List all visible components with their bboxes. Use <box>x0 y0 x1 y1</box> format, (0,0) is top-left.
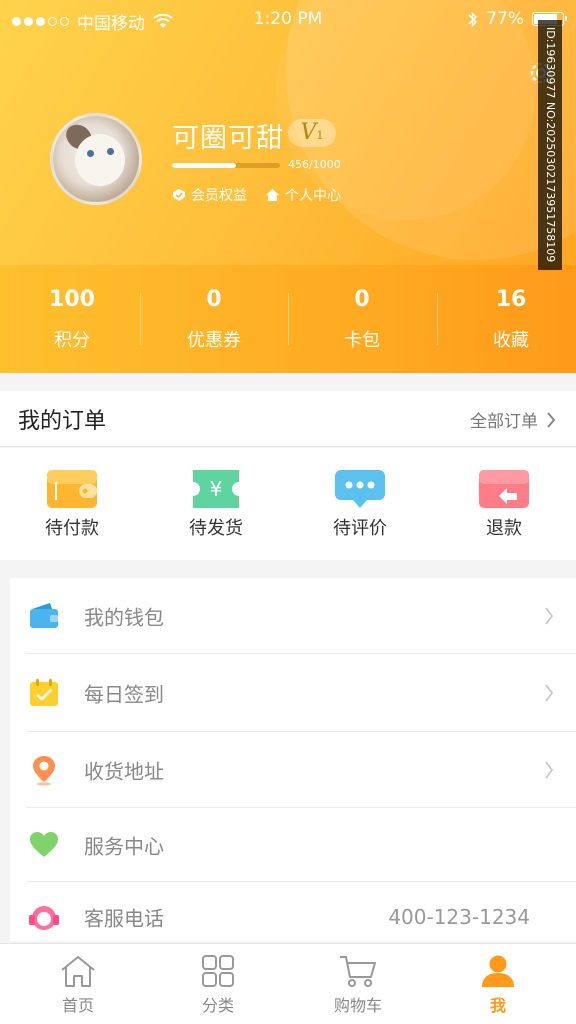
menu-item-label: 客服电话 <box>84 906 164 931</box>
stat-label: 积分 <box>54 330 90 351</box>
menu-list: 我的钱包 每日签到 收货地址 服务中心 客服电话 400-123-1234 <box>10 578 576 941</box>
menu-item-service-center[interactable]: 服务中心 <box>10 808 576 882</box>
tab-me[interactable]: 我 <box>426 954 570 1016</box>
medal-icon <box>173 189 185 201</box>
stat-value: 0 <box>206 287 222 312</box>
orders-header: 我的订单 全部订单 <box>0 391 576 447</box>
stats-bar: 100 积分 0 优惠券 0 卡包 16 收藏 <box>0 265 576 373</box>
menu-item-label: 每日签到 <box>84 682 164 707</box>
wallet-card-icon <box>47 470 97 508</box>
stat-card-pack[interactable]: 0 卡包 <box>290 265 434 373</box>
tab-label: 首页 <box>61 996 94 1015</box>
stat-value: 16 <box>495 287 527 312</box>
house-icon <box>266 189 279 201</box>
menu-item-wallet[interactable]: 我的钱包 <box>10 578 576 654</box>
order-status-row: 待付款 ¥ 待发货 待评价 退款 <box>0 448 576 560</box>
member-benefits-label: 会员权益 <box>191 188 247 204</box>
stat-label: 优惠券 <box>187 330 241 351</box>
divider <box>437 293 438 345</box>
orders-title: 我的订单 <box>18 409 107 434</box>
divider <box>140 293 141 345</box>
home-icon <box>61 956 95 987</box>
chevron-right-icon <box>545 761 554 779</box>
watermark-id: ID:19630977 NO:20250302173951758109 <box>538 20 562 270</box>
personal-center-link[interactable]: 个人中心 <box>265 185 341 205</box>
member-benefits-link[interactable]: 会员权益 <box>172 185 247 205</box>
tab-label: 购物车 <box>333 996 382 1015</box>
tab-cart[interactable]: 购物车 <box>286 954 430 1016</box>
order-pending-shipment[interactable]: ¥ 待发货 <box>144 468 288 540</box>
stat-value: 100 <box>49 287 95 312</box>
svg-text:¥: ¥ <box>210 477 223 501</box>
bluetooth-icon <box>468 11 478 27</box>
tab-label: 我 <box>489 996 506 1015</box>
all-orders-label: 全部订单 <box>470 412 538 432</box>
vip-badge[interactable]: V1 <box>288 119 336 147</box>
heart-icon <box>30 832 58 857</box>
tab-label: 分类 <box>201 996 234 1015</box>
member-progress-bar <box>172 163 280 168</box>
phone-number[interactable]: 400-123-1234 <box>388 905 530 929</box>
wallet-icon <box>30 603 58 628</box>
tab-home[interactable]: 首页 <box>6 954 150 1016</box>
user-icon <box>482 955 514 987</box>
menu-item-label: 收货地址 <box>84 759 164 784</box>
order-pending-payment[interactable]: 待付款 <box>0 468 144 540</box>
order-pending-review[interactable]: 待评价 <box>288 468 432 540</box>
menu-item-customer-service-phone[interactable]: 客服电话 400-123-1234 <box>10 882 576 952</box>
chevron-right-icon <box>547 411 556 428</box>
all-orders-link[interactable]: 全部订单 <box>470 407 556 432</box>
location-pin-icon <box>33 756 55 786</box>
tab-category[interactable]: 分类 <box>146 954 290 1016</box>
stat-coupons[interactable]: 0 优惠券 <box>142 265 286 373</box>
chevron-right-icon <box>545 684 554 702</box>
stat-label: 收藏 <box>493 330 529 351</box>
order-label: 退款 <box>486 518 522 539</box>
stat-favorites[interactable]: 16 收藏 <box>439 265 576 373</box>
headset-icon <box>29 906 59 930</box>
stat-points[interactable]: 100 积分 <box>0 265 144 373</box>
refund-card-icon <box>479 470 529 508</box>
profile-header: 中国移动 1:20 PM 77% 可圈可甜 V1 456/1000 会员权益 个… <box>0 0 576 373</box>
stat-label: 卡包 <box>344 330 380 351</box>
menu-item-label: 服务中心 <box>84 834 164 859</box>
username: 可圈可甜 <box>172 123 284 154</box>
personal-center-label: 个人中心 <box>285 188 341 204</box>
yen-ticket-icon: ¥ <box>193 470 239 508</box>
progress-text: 456/1000 <box>288 158 341 171</box>
order-label: 待付款 <box>45 518 99 539</box>
order-label: 待发货 <box>189 518 243 539</box>
menu-item-daily-checkin[interactable]: 每日签到 <box>10 654 576 732</box>
status-bar: 中国移动 1:20 PM 77% <box>0 0 576 40</box>
grid-icon <box>202 955 234 987</box>
calendar-check-icon <box>30 679 58 706</box>
profile-links: 会员权益 个人中心 <box>172 185 341 205</box>
chat-bubble-icon <box>335 470 385 508</box>
chevron-right-icon <box>545 607 554 625</box>
menu-item-label: 我的钱包 <box>84 605 164 630</box>
order-refund[interactable]: 退款 <box>432 468 576 540</box>
battery-percent: 77% <box>486 9 524 29</box>
divider <box>288 293 289 345</box>
avatar[interactable] <box>50 113 142 205</box>
cart-icon <box>340 956 376 987</box>
bottom-tab-bar: 首页 分类 购物车 我 <box>0 943 576 1024</box>
order-label: 待评价 <box>333 518 387 539</box>
stat-value: 0 <box>354 287 370 312</box>
menu-item-shipping-address[interactable]: 收货地址 <box>10 732 576 808</box>
